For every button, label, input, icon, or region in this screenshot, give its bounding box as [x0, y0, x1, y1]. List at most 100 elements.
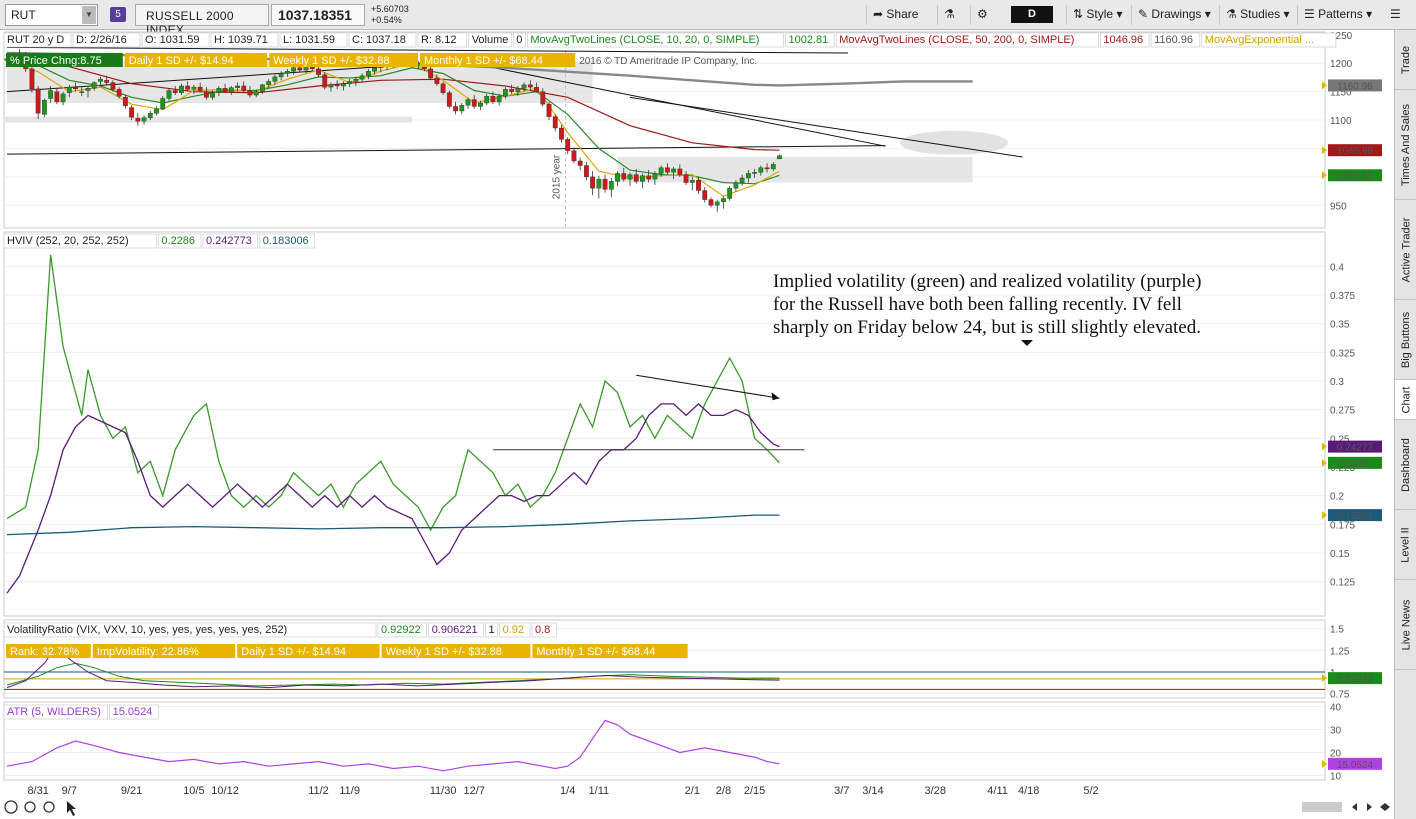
- side-tab-chart[interactable]: Chart: [1395, 380, 1416, 420]
- x-tick-label: 1/4: [560, 785, 575, 797]
- patterns-button[interactable]: ☰ Patterns ▾: [1297, 5, 1378, 25]
- aggregation-button[interactable]: D: [1011, 6, 1053, 23]
- candle-body: [85, 88, 91, 91]
- candle-body: [733, 182, 739, 189]
- change-abs: +5.60703: [371, 4, 409, 14]
- atr-axis-tick-label: 10: [1330, 771, 1342, 782]
- link-badge[interactable]: 5: [110, 7, 126, 22]
- style-button[interactable]: ⇅ Style ▾: [1066, 5, 1128, 25]
- price-axis-tick-label: 1200: [1330, 59, 1353, 70]
- candle-body: [608, 181, 614, 190]
- atr-header-item: 15.0524: [113, 706, 153, 718]
- candle-body: [203, 91, 209, 98]
- candle-body: [79, 91, 85, 93]
- candle-body: [359, 75, 365, 80]
- candle-body: [677, 168, 683, 175]
- candle-body: [334, 84, 340, 87]
- hviv-axis-tick-label: 0.4: [1330, 262, 1344, 273]
- price-axis-tick-label: 950: [1330, 201, 1347, 212]
- settings-button[interactable]: ⚙: [970, 5, 994, 25]
- candle-body: [135, 118, 141, 122]
- candle-body: [122, 97, 128, 107]
- toolbar: RUT ▼ 5 RUSSELL 2000 INDEX 1037.18351 +5.…: [0, 0, 1416, 37]
- side-tab-dashboard[interactable]: Dashboard: [1395, 420, 1416, 510]
- x-tick-label: 10/12: [211, 785, 239, 797]
- candle-body: [341, 83, 346, 87]
- side-tab-label: Chart: [1400, 386, 1412, 413]
- x-tick-label: 11/9: [339, 785, 360, 797]
- side-tab-big-buttons[interactable]: Big Buttons: [1395, 300, 1416, 380]
- price-tag-text: 1160.96: [1337, 81, 1373, 92]
- candle-body: [29, 68, 35, 90]
- flask-button[interactable]: ⚗: [937, 5, 961, 25]
- patterns-label: Patterns: [1318, 7, 1363, 21]
- scroll-arrows-icon[interactable]: [1352, 803, 1390, 811]
- gear-icon: ⚙: [977, 7, 988, 21]
- hamburger-icon: ☰: [1390, 7, 1401, 21]
- zoom-out-icon[interactable]: [43, 801, 55, 813]
- annotation-line: sharply on Friday below 24, but is still…: [773, 317, 1201, 338]
- hviv-header-item: HVIV (252, 20, 252, 252): [7, 235, 129, 247]
- candle-body: [54, 91, 60, 103]
- candle-body: [764, 167, 770, 170]
- candle-body: [98, 78, 103, 82]
- candle-body: [116, 89, 122, 97]
- candle-body: [129, 107, 134, 118]
- candle-body: [147, 113, 153, 118]
- pointer-icon[interactable]: [67, 801, 76, 816]
- candle-body: [596, 178, 602, 189]
- year-label: 2015 year: [551, 154, 562, 199]
- x-tick-label: 4/18: [1018, 785, 1039, 797]
- side-tab-level-ii[interactable]: Level II: [1395, 510, 1416, 580]
- candle-body: [546, 103, 552, 117]
- side-tab-live-news[interactable]: Live News: [1395, 580, 1416, 670]
- candle-body: [266, 81, 272, 86]
- horizontal-scrollbar[interactable]: [1302, 802, 1342, 812]
- cursor-mode-icon[interactable]: [4, 800, 18, 814]
- vr-badge-text: Weekly 1 SD +/- $32.88: [386, 646, 502, 658]
- candle-body: [571, 150, 577, 162]
- side-tab-active-trader[interactable]: Active Trader: [1395, 200, 1416, 300]
- candle-body: [515, 88, 521, 92]
- vr-badge-text: Rank: 32.78%: [10, 646, 79, 658]
- price-header-item: MovAvgTwoLines (CLOSE, 50, 200, 0, SIMPL…: [839, 34, 1074, 46]
- candle-body: [41, 99, 47, 115]
- atr-panel-frame: [3, 701, 1326, 781]
- change-pct: +0.54%: [371, 15, 402, 25]
- candle-body: [291, 67, 296, 72]
- menu-button[interactable]: ☰: [1384, 5, 1407, 25]
- candle-body: [527, 84, 533, 88]
- candle-body: [478, 102, 483, 107]
- candle-body: [509, 89, 515, 92]
- x-tick-label: 2/15: [744, 785, 765, 797]
- symbol-input[interactable]: RUT ▼: [5, 4, 98, 26]
- price-badge-text: Daily 1 SD +/- $14.94: [129, 55, 234, 67]
- side-tab-times-and-sales[interactable]: Times And Sales: [1395, 90, 1416, 200]
- chart-app: RUT ▼ 5 RUSSELL 2000 INDEX 1037.18351 +5.…: [0, 0, 1416, 819]
- candle-body: [179, 85, 184, 93]
- candle-body: [247, 90, 253, 96]
- zoom-in-icon[interactable]: [24, 801, 36, 813]
- bottom-controls[interactable]: [4, 800, 1390, 816]
- candle-body: [253, 91, 259, 96]
- candle-body: [278, 73, 284, 78]
- candle-body: [284, 71, 290, 74]
- symbol-dropdown-icon[interactable]: ▼: [82, 6, 96, 24]
- candle-body: [372, 67, 377, 72]
- candle-body: [708, 199, 714, 206]
- candle-body: [565, 139, 571, 151]
- share-icon: ➦: [873, 7, 884, 21]
- candle-body: [316, 68, 321, 75]
- chart-area[interactable]: 9501000105011001150120012502015 yearRUT …: [0, 30, 1394, 819]
- hviv-tag-text: 0.24277: [1337, 443, 1374, 454]
- price-tag: 1160.96: [1322, 79, 1382, 92]
- studies-button[interactable]: ⚗ Studies ▾: [1219, 5, 1296, 25]
- vr-badge-text: Daily 1 SD +/- $14.94: [241, 646, 346, 658]
- drawings-button[interactable]: ✎ Drawings ▾: [1131, 5, 1217, 25]
- candle-body: [73, 86, 78, 90]
- annotation-line: for the Russell have both been falling r…: [773, 294, 1182, 315]
- atr-axis-tick-label: 30: [1330, 726, 1342, 737]
- side-tab-trade[interactable]: Trade: [1395, 30, 1416, 90]
- share-button[interactable]: ➦ Share: [866, 5, 924, 25]
- candle-body: [297, 67, 303, 71]
